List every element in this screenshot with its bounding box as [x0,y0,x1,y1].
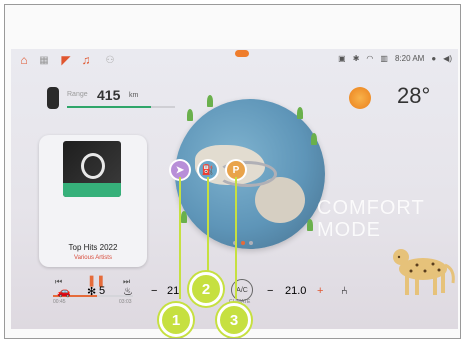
right-temp-minus-button[interactable]: − [267,285,273,297]
right-temp-plus-button[interactable]: + [317,285,323,297]
artist-name: Various Artists [74,255,112,261]
headphones-icon [81,153,105,179]
callout-number: 3 [229,311,239,329]
cheetah-illustration [393,249,455,295]
callout-badge-3: 3 [217,303,251,337]
tree-icon [187,109,193,121]
fan-speed: 5 [99,285,106,297]
tree-icon [207,95,213,107]
music-icon[interactable]: ♫ [79,53,93,67]
signal-icon: ▥ [380,54,388,63]
tree-icon [297,107,303,119]
left-temperature: 21 [167,285,180,297]
callout-badge-2: 2 [189,272,223,306]
callout-number: 1 [171,311,181,329]
car-seat-icon[interactable]: 🚗 [57,285,71,298]
callout-badge-1: 1 [159,303,193,337]
fuel-icon: ⛽ [201,164,215,176]
volume-icon[interactable]: ◀) [443,54,452,63]
drive-mode-line1: COMFORT [317,197,425,219]
tree-icon [311,133,317,145]
tree-icon [181,211,187,223]
seat-heat-icon[interactable]: ♨ [123,285,133,298]
temperature: 28° [397,83,431,108]
globe-road [217,161,277,187]
range-bar [67,106,175,108]
parking-label: P [232,164,240,176]
apps-grid-icon[interactable]: ▦ [37,53,51,67]
left-temp-minus-button[interactable]: − [151,285,157,297]
home-icon[interactable]: ⌂ [17,53,31,67]
page-indicator-dot[interactable] [249,241,253,245]
wifi-icon: ◠ [366,54,374,63]
range-label: Range [67,91,88,98]
seat-icon[interactable]: ⑃ [341,285,348,297]
lock-icon: ▣ [338,54,346,63]
sun-icon [349,87,371,109]
vehicle-icon [47,87,59,109]
status-bar: ⌂ ▦ ◤ ♫ ⚇ ▣ ✱ ◠ ▥ 8:20 AM ● ◀) [11,49,458,71]
navigation-icon: ➤ [175,164,185,176]
bluetooth-icon: ✱ [352,54,360,63]
range-widget[interactable]: Range 415 km [47,87,187,117]
screenshot-frame: ⌂ ▦ ◤ ♫ ⚇ ▣ ✱ ◠ ▥ 8:20 AM ● ◀) Range 415… [4,4,461,339]
duration-time: 03:03 [119,299,132,305]
drive-mode-label: COMFORT MODE [317,197,457,241]
range-unit: km [129,92,139,99]
navigation-icon[interactable]: ◤ [59,53,73,67]
clock-time: 8:20 AM [394,54,425,63]
song-title: Top Hits 2022 [68,243,118,252]
callout-line-1 [179,177,181,299]
tree-icon [307,219,313,231]
album-art [63,141,121,197]
elapsed-time: 00:45 [53,299,66,305]
range-value: 415 [97,87,121,103]
drive-mode-line2: MODE [317,219,381,241]
album-art-stripe [63,183,121,197]
callout-number: 2 [201,280,211,298]
page-indicator-dot-active[interactable] [241,241,245,245]
right-temperature: 21.0 [285,285,307,297]
callout-line-3 [235,177,237,299]
range-bar-fill [67,106,152,108]
fan-icon[interactable]: ✻ [87,285,96,298]
car-icon[interactable]: ⚇ [101,53,119,67]
user-icon[interactable]: ● [431,54,436,63]
media-card[interactable]: Top Hits 2022 Various Artists ⏮ ❚❚ ⏭ 00:… [39,135,147,305]
notification-tab[interactable] [235,50,249,57]
callout-line-2 [207,177,209,275]
